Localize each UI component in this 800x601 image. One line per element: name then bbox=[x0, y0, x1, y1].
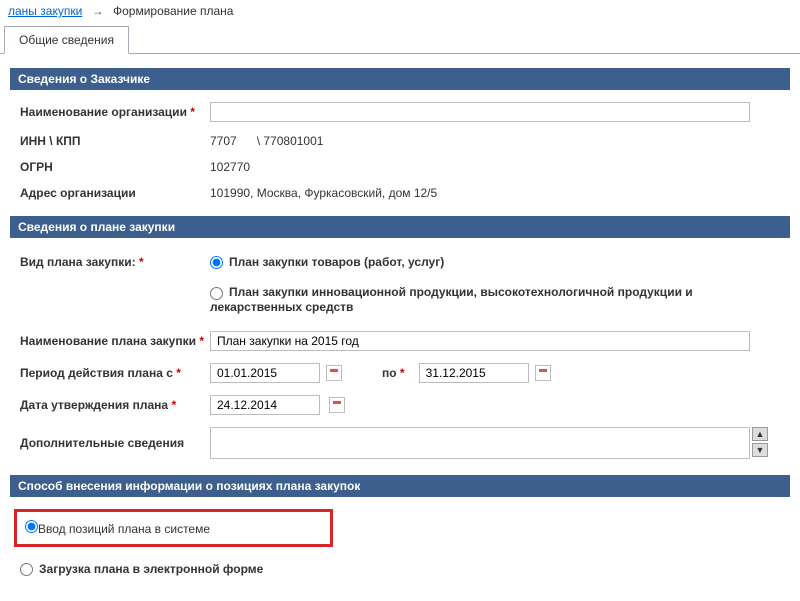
period-to-input[interactable] bbox=[419, 363, 529, 383]
section-plan-header: Сведения о плане закупки bbox=[10, 216, 790, 238]
period-to-label: по * bbox=[382, 366, 405, 380]
section-customer-body: Наименование организации * ИНН \ КПП 770… bbox=[10, 90, 790, 216]
inn-value: 7707 bbox=[210, 134, 237, 148]
calendar-icon[interactable] bbox=[329, 397, 345, 413]
kpp-value: \ 770801001 bbox=[257, 134, 324, 148]
plan-name-input[interactable] bbox=[210, 331, 750, 351]
breadcrumb-current: Формирование плана bbox=[113, 4, 234, 18]
section-entry-header: Способ внесения информации о позициях пл… bbox=[10, 475, 790, 497]
ogrn-label: ОГРН bbox=[20, 160, 210, 174]
ogrn-value: 102770 bbox=[210, 160, 780, 174]
breadcrumb: ланы закупки → Формирование плана bbox=[0, 0, 800, 23]
scroll-down-icon[interactable]: ▼ bbox=[752, 443, 768, 457]
tabs: Общие сведения bbox=[0, 25, 800, 54]
scroll-up-icon[interactable]: ▲ bbox=[752, 427, 768, 441]
calendar-icon[interactable] bbox=[535, 365, 551, 381]
section-entry-body: Ввод позиций плана в системе Загрузка пл… bbox=[10, 497, 790, 591]
content: Сведения о Заказчике Наименование органи… bbox=[0, 54, 800, 601]
address-label: Адрес организации bbox=[20, 186, 210, 200]
address-value: 101990, Москва, Фуркасовский, дом 12/5 bbox=[210, 186, 780, 200]
plan-type-radio-goods[interactable]: План закупки товаров (работ, услуг) bbox=[210, 255, 444, 269]
org-name-input[interactable] bbox=[210, 102, 750, 122]
breadcrumb-arrow-icon: → bbox=[92, 4, 104, 18]
extra-info-textarea[interactable] bbox=[210, 427, 750, 459]
period-from-input[interactable] bbox=[210, 363, 320, 383]
breadcrumb-link[interactable]: ланы закупки bbox=[8, 4, 82, 18]
extra-label: Дополнительные сведения bbox=[20, 436, 210, 450]
org-name-label: Наименование организации * bbox=[20, 105, 210, 119]
period-from-label: Период действия плана с * bbox=[20, 366, 210, 380]
entry-radio-system[interactable]: Ввод позиций плана в системе bbox=[25, 522, 210, 536]
approve-date-input[interactable] bbox=[210, 395, 320, 415]
section-customer-header: Сведения о Заказчике bbox=[10, 68, 790, 90]
plan-type-radio-innov[interactable]: План закупки инновационной продукции, вы… bbox=[210, 285, 693, 313]
calendar-icon[interactable] bbox=[326, 365, 342, 381]
approve-date-label: Дата утверждения плана * bbox=[20, 398, 210, 412]
section-plan-body: Вид плана закупки: * План закупки товаро… bbox=[10, 238, 790, 475]
plan-name-label: Наименование плана закупки * bbox=[20, 334, 210, 348]
highlight-box: Ввод позиций плана в системе bbox=[14, 509, 333, 547]
plan-type-label: Вид плана закупки: * bbox=[20, 255, 210, 269]
inn-kpp-label: ИНН \ КПП bbox=[20, 134, 210, 148]
tab-general[interactable]: Общие сведения bbox=[4, 26, 129, 54]
